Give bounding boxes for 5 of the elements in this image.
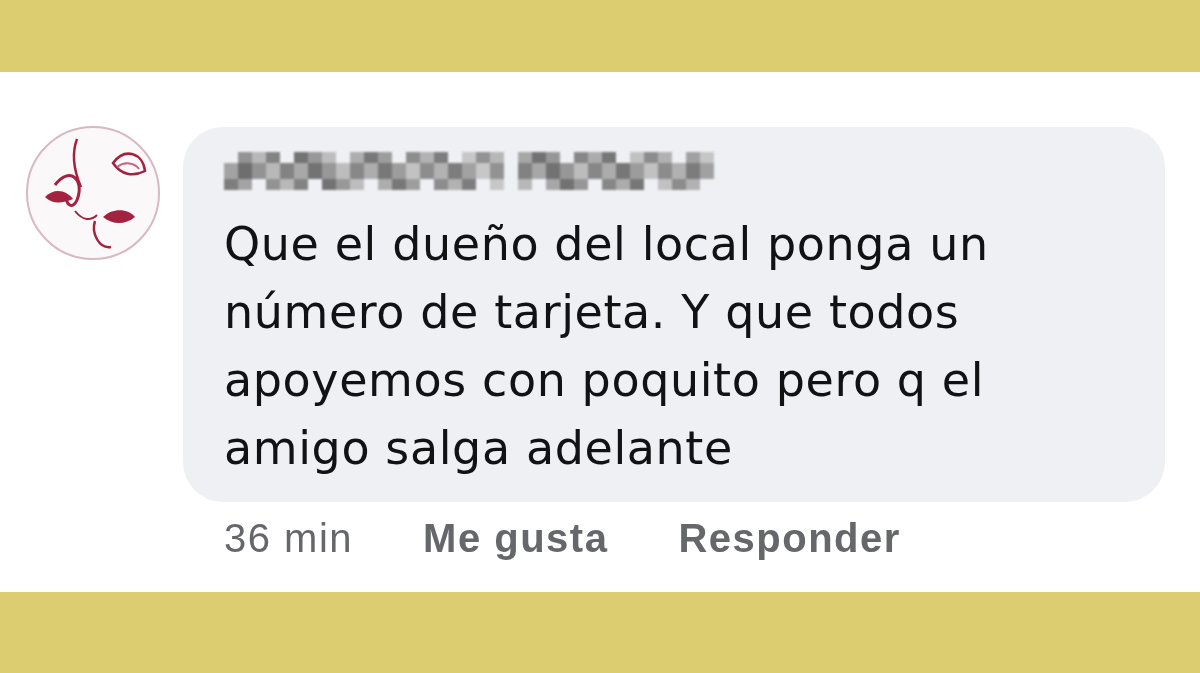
like-link[interactable]: Me gusta xyxy=(423,516,609,561)
comment-text: Que el dueño del local ponga un número de tarjeta. Y que todos apoyemos con poquito pero q el amigo salga adelante xyxy=(224,216,990,477)
reply-link[interactable]: Responder xyxy=(678,516,901,561)
avatar-logo[interactable] xyxy=(25,125,161,261)
time-link[interactable]: 36 min xyxy=(224,516,354,561)
